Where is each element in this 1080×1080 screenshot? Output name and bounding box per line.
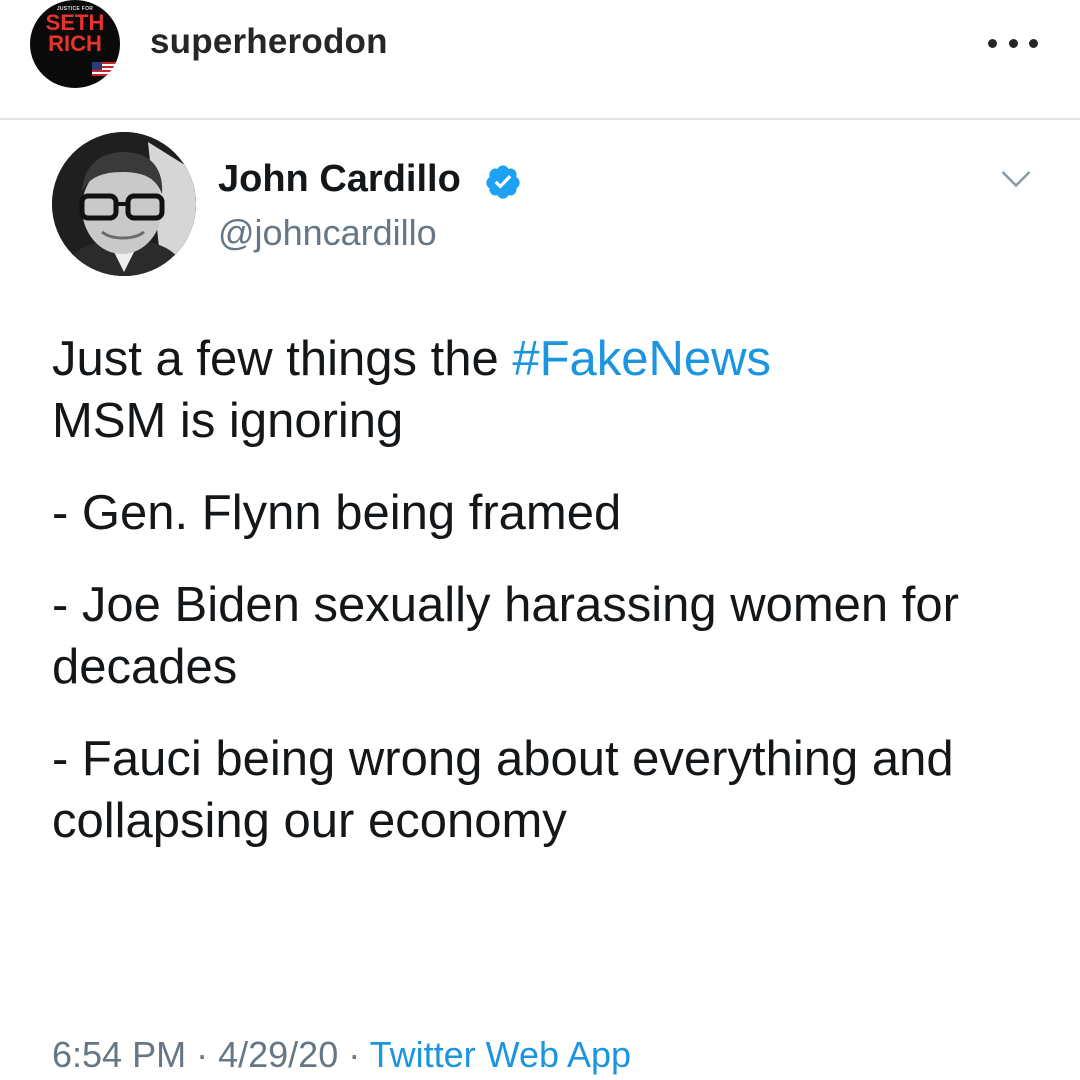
avatar-line-1: SETH — [45, 10, 105, 35]
chevron-down-icon[interactable] — [998, 160, 1034, 196]
more-horizontal-icon[interactable] — [988, 18, 1038, 68]
tweet-author-handle[interactable]: @johncardillo — [218, 212, 437, 254]
tweet-item: - Gen. Flynn being framed — [52, 486, 622, 540]
avatar-line-2: RICH — [48, 31, 102, 56]
tweet-time[interactable]: 6:54 PM — [52, 1034, 186, 1075]
meta-separator: · — [196, 1034, 209, 1075]
tweet-text: Just a few things the #FakeNews MSM is ig… — [52, 328, 1052, 882]
hashtag-link[interactable]: #FakeNews — [512, 332, 771, 386]
tweet-date[interactable]: 4/29/20 — [218, 1034, 338, 1075]
tweet-item: - Fauci being wrong about everything and… — [52, 732, 954, 848]
post-frame: JUSTICE FOR SETH RICH superherodon John … — [0, 0, 1080, 1080]
instagram-post-header: JUSTICE FOR SETH RICH superherodon — [0, 0, 1080, 118]
tweet-author-name[interactable]: John Cardillo — [218, 158, 461, 201]
instagram-avatar[interactable]: JUSTICE FOR SETH RICH — [30, 0, 120, 88]
verified-badge-icon — [486, 165, 520, 199]
tweet-author-avatar[interactable] — [52, 132, 196, 276]
meta-separator: · — [348, 1034, 361, 1075]
tweet-source-link[interactable]: Twitter Web App — [370, 1034, 631, 1075]
instagram-username[interactable]: superherodon — [150, 22, 388, 62]
tweet-item: - Joe Biden sexually harassing women for… — [52, 578, 959, 694]
tweet-intro: Just a few things the #FakeNews MSM is ig… — [52, 328, 1052, 452]
header-divider — [0, 118, 1080, 120]
tweet-intro-suffix: MSM is ignoring — [52, 394, 404, 448]
tweet-intro-prefix: Just a few things the — [52, 332, 513, 386]
tweet-meta: 6:54 PM · 4/29/20 · Twitter Web App — [52, 1034, 631, 1076]
us-flag-icon — [92, 62, 116, 76]
